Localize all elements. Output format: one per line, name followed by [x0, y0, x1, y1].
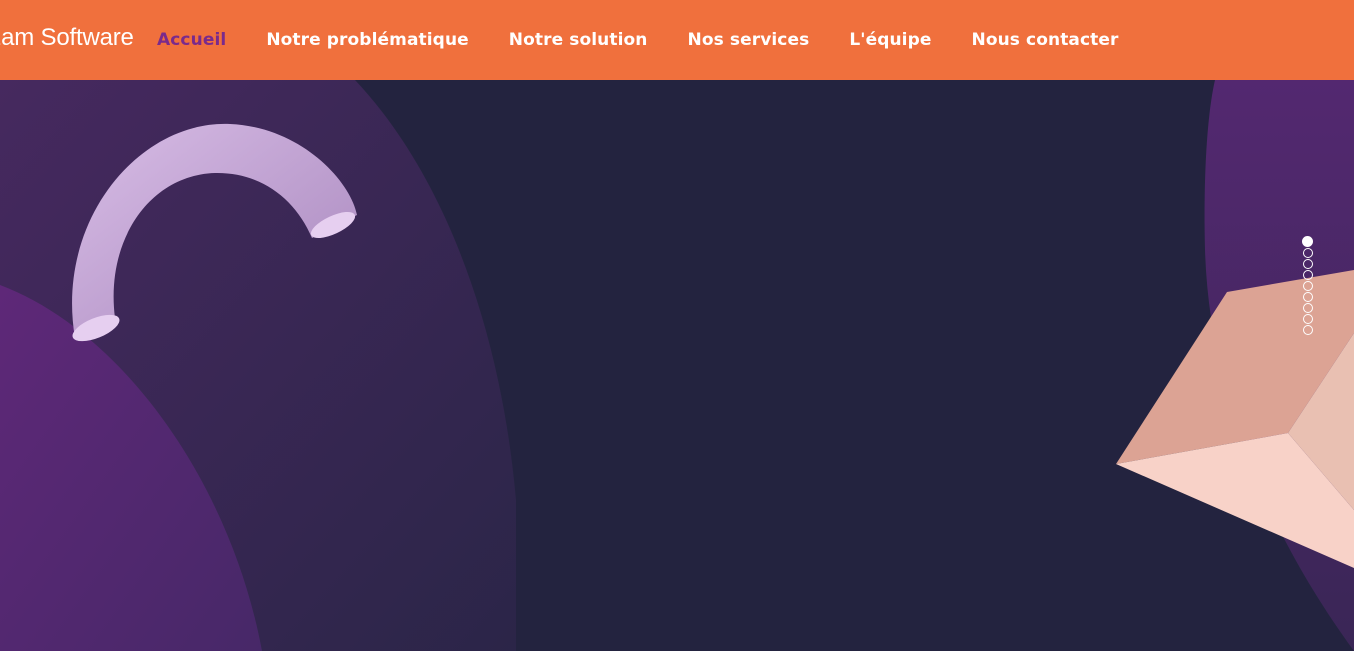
- scrollbar-gutter: [1354, 0, 1366, 651]
- nav-item-nous-contacter[interactable]: Nous contacter: [972, 30, 1119, 50]
- hero-illustration: [0, 80, 1354, 651]
- hero-background: [0, 80, 1354, 651]
- nav-item-nos-services[interactable]: Nos services: [688, 30, 810, 50]
- slide-dot[interactable]: [1303, 259, 1313, 269]
- brand-logo[interactable]: 2am Software: [0, 20, 134, 56]
- slide-dot[interactable]: [1303, 314, 1313, 324]
- page: 2am Software Accueil Notre problématique…: [0, 0, 1366, 651]
- slide-dot[interactable]: [1303, 270, 1313, 280]
- nav-item-equipe[interactable]: L'équipe: [849, 30, 931, 50]
- slide-dot[interactable]: [1303, 248, 1313, 258]
- slide-dot[interactable]: [1303, 325, 1313, 335]
- main-nav: Accueil Notre problématique Notre soluti…: [157, 0, 1119, 80]
- slide-dot[interactable]: [1303, 292, 1313, 302]
- slide-dot[interactable]: [1302, 236, 1313, 247]
- nav-item-accueil[interactable]: Accueil: [157, 30, 226, 50]
- slide-pagination: [1302, 236, 1314, 335]
- nav-item-notre-problematique[interactable]: Notre problématique: [266, 30, 468, 50]
- nav-item-notre-solution[interactable]: Notre solution: [509, 30, 648, 50]
- navbar: 2am Software Accueil Notre problématique…: [0, 0, 1354, 80]
- slide-dot[interactable]: [1303, 281, 1313, 291]
- slide-dot[interactable]: [1303, 303, 1313, 313]
